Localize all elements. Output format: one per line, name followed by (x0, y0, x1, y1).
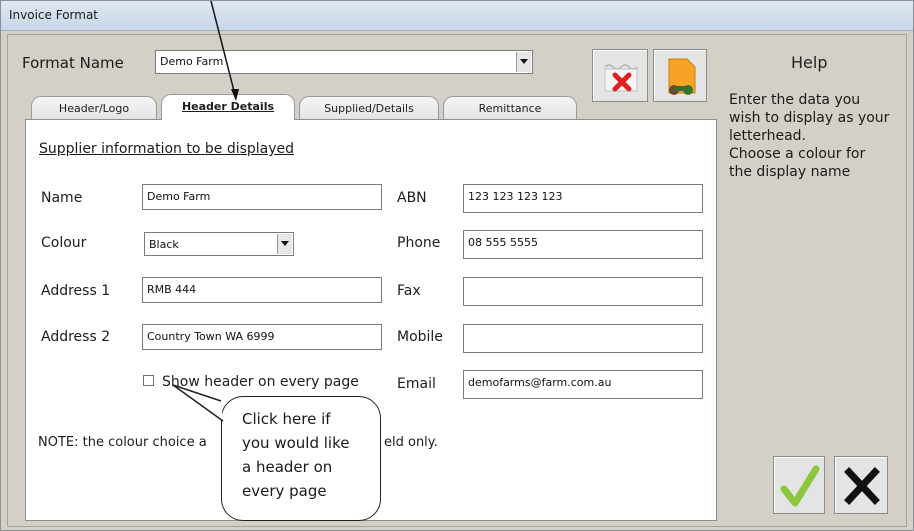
cancel-button[interactable] (834, 456, 888, 514)
checkmark-icon (780, 465, 820, 507)
clear-format-button[interactable] (592, 49, 648, 102)
window-title: Invoice Format (9, 8, 99, 22)
colour-value: Black (149, 238, 179, 251)
mobile-input[interactable] (463, 324, 703, 353)
help-line-4: Choose a colour for (729, 146, 866, 162)
callout-line-4: every page (242, 482, 327, 500)
tab-supplied-details[interactable]: Supplied/Details (299, 96, 439, 120)
help-line-1: Enter the data you (729, 92, 861, 108)
invoice-format-window: Invoice Format Format Name Demo Farm Hea… (0, 0, 914, 531)
help-line-3: letterhead. (729, 128, 807, 144)
fax-label: Fax (397, 283, 421, 299)
document-folder-icon (668, 58, 696, 95)
email-input[interactable]: demofarms@farm.com.au (463, 370, 703, 399)
fax-input[interactable] (463, 277, 703, 306)
tab-header-logo[interactable]: Header/Logo (31, 96, 157, 120)
format-name-dropdown-button[interactable] (516, 52, 531, 72)
format-name-label: Format Name (22, 54, 124, 72)
title-bar: Invoice Format (1, 1, 913, 31)
address2-input[interactable]: Country Town WA 6999 (142, 324, 382, 350)
note-text-tail: eld only. (384, 435, 438, 450)
callout-line-2: you would like (242, 434, 350, 452)
callout-line-1: Click here if (242, 410, 331, 428)
show-header-checkbox[interactable] (143, 375, 154, 386)
email-label: Email (397, 376, 436, 392)
help-text: Enter the data you wish to display as yo… (729, 91, 907, 181)
x-icon (844, 467, 880, 505)
address1-input[interactable]: RMB 444 (142, 277, 382, 303)
abn-label: ABN (397, 190, 427, 206)
cancel-document-icon (604, 64, 638, 92)
annotation-callout: Click here if you would like a header on… (221, 396, 381, 521)
pick-format-button[interactable] (653, 49, 707, 102)
abn-input[interactable]: 123 123 123 123 (463, 184, 703, 213)
name-label: Name (41, 190, 83, 206)
phone-input[interactable]: 08 555 5555 (463, 230, 703, 259)
colour-dropdown-button[interactable] (277, 234, 292, 254)
address1-label: Address 1 (41, 283, 111, 299)
section-title: Supplier information to be displayed (39, 141, 295, 157)
help-title: Help (791, 53, 828, 72)
help-line-5: the display name (729, 164, 851, 180)
mobile-label: Mobile (397, 329, 443, 345)
colour-select[interactable]: Black (144, 232, 294, 256)
help-line-2: wish to display as your (729, 110, 890, 126)
colour-label: Colour (41, 235, 87, 251)
callout-pointer (172, 384, 224, 422)
name-input[interactable]: Demo Farm (142, 184, 382, 210)
phone-label: Phone (397, 235, 441, 251)
tab-remittance[interactable]: Remittance (443, 96, 577, 120)
callout-line-3: a header on (242, 458, 333, 476)
address2-label: Address 2 (41, 329, 111, 345)
annotation-arrow (210, 1, 239, 101)
ok-button[interactable] (773, 456, 825, 514)
